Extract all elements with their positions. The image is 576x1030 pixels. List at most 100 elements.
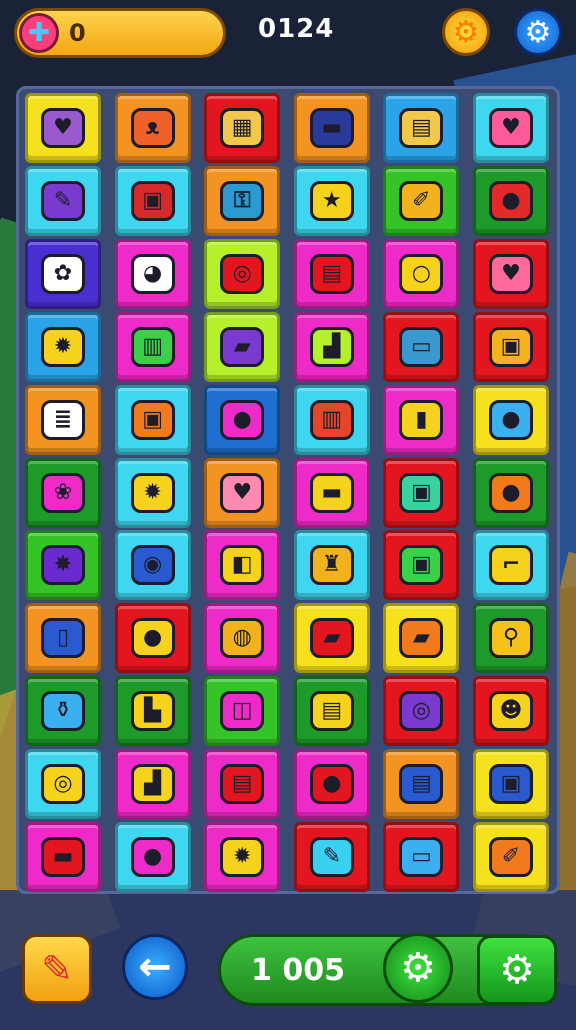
game-tile[interactable]: ▣	[114, 384, 191, 455]
spiky-ball-icon: ✸	[41, 545, 85, 586]
game-tile[interactable]: ●	[473, 384, 549, 455]
game-tile[interactable]: ◍	[204, 603, 281, 674]
buttons-icon: ◉	[130, 545, 175, 586]
map-icon: ▦	[220, 108, 265, 148]
game-tile[interactable]: ●	[293, 749, 370, 820]
game-tile[interactable]: ▬	[293, 93, 370, 163]
game-tile[interactable]: ☻	[473, 676, 549, 747]
coin-value: 0	[69, 19, 86, 47]
game-tile[interactable]: ≣	[25, 384, 101, 455]
game-tile[interactable]: ⚱	[25, 676, 101, 747]
game-tile[interactable]: ▙	[114, 676, 191, 747]
settings-button-gold[interactable]: ⚙	[442, 8, 490, 56]
game-tile[interactable]: ◕	[114, 238, 191, 309]
gear-button[interactable]: ⚙	[383, 933, 453, 1003]
game-tile[interactable]: ♥	[204, 457, 281, 528]
heart-pair-icon: ♥	[220, 472, 265, 513]
game-tile[interactable]: ●	[114, 822, 191, 892]
game-tile[interactable]: ⚿	[204, 165, 281, 236]
game-tile[interactable]: ✹	[114, 457, 191, 528]
game-tile[interactable]: ▤	[204, 749, 281, 820]
game-tile[interactable]: ●	[473, 165, 549, 236]
game-tile[interactable]: ♜	[293, 530, 370, 601]
cash-stack-icon: ▥	[130, 326, 175, 367]
compass-icon: ◎	[41, 764, 85, 805]
flag-usa-icon: ▤	[220, 764, 265, 805]
back-button[interactable]: ←	[122, 934, 188, 1000]
heart-icon: ♥	[489, 108, 533, 148]
coin-counter[interactable]: ✚ 0	[14, 8, 226, 58]
game-tile[interactable]: ◧	[204, 530, 281, 601]
game-tile[interactable]: ❀	[25, 457, 101, 528]
game-tile[interactable]: ▥	[114, 311, 191, 382]
game-tile[interactable]: ▰	[293, 603, 370, 674]
chart-board-icon: ▤	[399, 108, 444, 148]
game-tile[interactable]: ▬	[25, 822, 101, 892]
game-tile[interactable]: ▰	[204, 311, 281, 382]
game-tile[interactable]: ▤	[293, 676, 370, 747]
puzzle-icon: ✚	[19, 13, 59, 53]
game-tile[interactable]: ♥	[473, 238, 549, 309]
game-tile[interactable]: ▤	[383, 749, 460, 820]
bucket-icon: ▟	[309, 326, 354, 367]
game-tile[interactable]: ✎	[293, 822, 370, 892]
game-tile[interactable]: ▥	[293, 384, 370, 455]
game-board: ♥ ᴥ ▦ ▬ ▤ ♥ ✎ ▣ ⚿ ★ ✐ ● ✿ ◕ ◎ ▤ ○ ♥ ✹ ▥ ▰ ▟ ▭ ▣ ≣ ▣ ● ▥ ▮ ● ❀ ✹ ♥ ▬ ▣ ● ✸ ◉ ◧ ♜…	[16, 86, 560, 894]
game-tile[interactable]: ✸	[25, 530, 101, 601]
settings-button-green[interactable]: ⚙	[477, 935, 557, 1005]
game-tile[interactable]: ⌐	[473, 530, 549, 601]
game-tile[interactable]: ○	[383, 238, 460, 309]
game-tile[interactable]: ᴥ	[114, 93, 191, 163]
game-tile[interactable]: ◎	[25, 749, 101, 820]
game-tile[interactable]: ✹	[25, 311, 101, 382]
game-tile[interactable]: ✿	[25, 238, 101, 309]
rings-icon: ○	[399, 253, 444, 294]
score-display: 0124	[258, 14, 335, 44]
monster-icon: ●	[489, 472, 533, 513]
game-tile[interactable]: ▣	[473, 311, 549, 382]
game-tile[interactable]: ♥	[473, 93, 549, 163]
shoe-icon: ▟	[130, 764, 175, 805]
game-tile[interactable]: ▭	[383, 822, 460, 892]
game-tile[interactable]: ▣	[383, 530, 460, 601]
game-tile[interactable]: ●	[473, 457, 549, 528]
game-tile[interactable]: ▰	[383, 603, 460, 674]
game-tile[interactable]: ▤	[293, 238, 370, 309]
game-tile[interactable]: ▬	[293, 457, 370, 528]
game-tile[interactable]: ★	[293, 165, 370, 236]
game-tile[interactable]: ●	[114, 603, 191, 674]
game-tile[interactable]: ◫	[204, 676, 281, 747]
game-tile[interactable]: ●	[204, 384, 281, 455]
tablet-icon: ▭	[399, 326, 444, 367]
game-tile[interactable]: ✐	[383, 165, 460, 236]
game-tile[interactable]: ▤	[383, 93, 460, 163]
game-tile[interactable]: ▟	[293, 311, 370, 382]
sun-face-icon: ✹	[220, 837, 265, 877]
book-stack-icon: ≣	[41, 399, 85, 440]
game-tile[interactable]: ▟	[114, 749, 191, 820]
game-tile[interactable]: ▦	[204, 93, 281, 163]
game-tile[interactable]: ◉	[114, 530, 191, 601]
flag-icon: ▬	[309, 108, 354, 148]
game-tile[interactable]: ⚲	[473, 603, 549, 674]
bottom-counter-panel: 1 005 ⚙ ⚙	[218, 933, 558, 1006]
cube-icon: ◧	[220, 545, 265, 586]
battery-icon: ▮	[399, 399, 444, 440]
gear-sun-icon: ✹	[130, 472, 175, 513]
brush-icon: ✐	[489, 837, 533, 877]
game-tile[interactable]: ▭	[383, 311, 460, 382]
game-tile[interactable]: ◎	[204, 238, 281, 309]
pencil-button[interactable]: ✎	[22, 934, 92, 1004]
game-tile[interactable]: ✹	[204, 822, 281, 892]
game-tile[interactable]: ✎	[25, 165, 101, 236]
game-tile[interactable]: ✐	[473, 822, 549, 892]
game-tile[interactable]: ▣	[473, 749, 549, 820]
game-tile[interactable]: ▯	[25, 603, 101, 674]
game-tile[interactable]: ♥	[25, 93, 101, 163]
game-tile[interactable]: ▣	[114, 165, 191, 236]
game-tile[interactable]: ▮	[383, 384, 460, 455]
gear-icon: ⚙	[524, 14, 552, 50]
game-tile[interactable]: ◎	[383, 676, 460, 747]
settings-button[interactable]: ⚙	[514, 8, 562, 56]
game-tile[interactable]: ▣	[383, 457, 460, 528]
